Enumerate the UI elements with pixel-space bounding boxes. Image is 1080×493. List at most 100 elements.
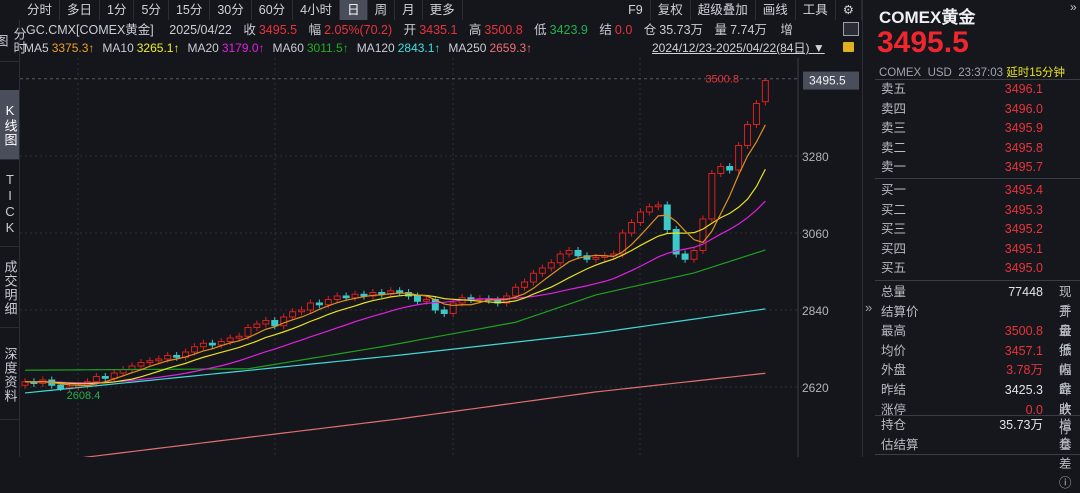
side-tab[interactable]: 深度资料	[0, 330, 19, 420]
row-value: 3425.3	[1004, 383, 1043, 397]
row-value: 3500.8	[1004, 324, 1043, 339]
row-label: 均价	[881, 343, 907, 358]
row-value: 3495.1	[1004, 241, 1043, 256]
quote-row: 持仓 35.73万 增仓	[879, 416, 1080, 451]
row-value: 3.78万	[1006, 363, 1043, 378]
candle-body	[592, 257, 600, 260]
instrument-name: COMEX黄金	[879, 8, 976, 27]
candle-body	[110, 372, 118, 379]
ma-value: 3265.1↑	[136, 41, 180, 55]
gear-icon[interactable]: ⚙	[836, 0, 862, 20]
row-label: 最高	[881, 324, 907, 339]
candle-body	[512, 286, 520, 297]
period-tab[interactable]: 30分	[210, 0, 252, 20]
quote-row: 总量 77448 现手	[879, 283, 1080, 318]
candle-body	[556, 253, 564, 264]
candle-body	[235, 335, 243, 339]
triangle-down-icon: ▼	[812, 41, 825, 55]
low-label: 低	[534, 23, 547, 37]
row-label: 买二	[881, 202, 907, 217]
candle-body	[351, 293, 359, 299]
side-tab[interactable]: 成交明细	[0, 248, 19, 328]
candle-body	[360, 293, 368, 297]
candle-body	[708, 173, 716, 220]
period-tab[interactable]: 月	[395, 0, 423, 20]
candle-body	[690, 250, 698, 260]
period-tab[interactable]: 分时	[20, 0, 61, 20]
period-tab[interactable]: 多日	[60, 0, 101, 20]
side-tab[interactable]: 分时图	[0, 20, 27, 62]
toolbar-button[interactable]: F9	[621, 0, 651, 20]
close-label: 收	[243, 23, 256, 37]
period-tab[interactable]: 更多	[423, 0, 463, 20]
toolbar-button[interactable]: 复权	[651, 0, 691, 20]
row-value: 3495.3	[1004, 202, 1043, 217]
side-tab[interactable]: K线图	[0, 90, 19, 160]
oi-value: 35.73万	[659, 23, 704, 37]
y-tick-label: 2840	[802, 304, 829, 318]
high-value: 3500.8	[484, 23, 523, 37]
candle-body	[413, 295, 421, 302]
quote-panel: COMEX黄金 3495.5 COMEX USD 23:37:03 延时15分钟…	[862, 0, 1080, 490]
settle-label: 结	[599, 23, 612, 37]
period-tab[interactable]: 4小时	[293, 0, 341, 20]
kline-chart[interactable]: 3280 3060 2840 2620 3500.8 2608.4 3495.5	[20, 58, 860, 457]
candle-body	[628, 222, 636, 234]
candle-body	[226, 337, 234, 342]
open-value: 3435.1	[419, 23, 458, 37]
ma-value: 3179.0↑	[221, 41, 265, 55]
quote-time: 23:37:03	[958, 67, 1003, 79]
period-tab[interactable]: 5分	[134, 0, 169, 20]
collapse-icon[interactable]: »	[1070, 0, 1077, 14]
close-value: 3495.5	[258, 23, 298, 37]
candle-body	[315, 302, 323, 306]
period-tab[interactable]: 周	[368, 0, 396, 20]
candle-body	[699, 218, 707, 251]
candle-body	[726, 166, 734, 171]
candle-body	[137, 362, 145, 367]
ma-value: 2659.3↑	[489, 41, 533, 55]
ma-value: 2843.1↑	[397, 41, 441, 55]
volume-label: 量	[714, 23, 728, 37]
quote-row: 昨结 3425.3 昨收	[879, 381, 1080, 416]
row-label: 卖二	[881, 140, 907, 155]
candle-body	[636, 211, 644, 223]
candle-body	[565, 250, 573, 255]
period-tab[interactable]: 60分	[252, 0, 294, 20]
date: 2025/04/22	[169, 23, 232, 37]
row-value: 3495.2	[1004, 222, 1043, 237]
toolbar-button[interactable]: 超级叠加	[691, 0, 756, 20]
delay-badge: 延时15分钟	[1006, 67, 1065, 79]
ma-label: MA20	[187, 41, 219, 55]
candle-body	[654, 204, 662, 208]
row-value: 3495.8	[1004, 140, 1043, 155]
oi-label: 仓	[643, 23, 657, 37]
row-label: 持仓	[881, 418, 907, 432]
candle-body	[208, 342, 216, 346]
candle-body	[681, 253, 689, 260]
row-label: 卖五	[881, 82, 907, 96]
quote-row: 卖三 3495.9	[879, 119, 1080, 138]
period-tab[interactable]: 15分	[169, 0, 211, 20]
lock-icon[interactable]	[843, 42, 854, 52]
candle-body	[521, 281, 529, 288]
row-label: 卖一	[881, 160, 907, 175]
candle-body	[244, 327, 252, 337]
wp-icon[interactable]	[843, 22, 859, 36]
period-tab[interactable]: 1分	[100, 0, 135, 20]
side-tab[interactable]: TICK	[0, 162, 19, 247]
candle-body	[717, 166, 725, 174]
expand-icon[interactable]: »	[865, 300, 872, 315]
last-price-tag-text: 3495.5	[809, 74, 846, 88]
period-tab[interactable]: 日	[340, 0, 368, 20]
quote-row: 买一 3495.4	[879, 181, 1080, 200]
date-range-dropdown[interactable]: 2024/12/23-2025/04/22(84日) ▼	[652, 40, 825, 56]
toolbar-button[interactable]: 工具	[796, 0, 836, 20]
candle-body	[547, 262, 555, 269]
ma250-line	[82, 372, 766, 457]
candle-body	[378, 292, 386, 295]
y-tick-label: 3280	[802, 150, 829, 164]
toolbar-button[interactable]: 画线	[756, 0, 796, 20]
quote-row: 买四 3495.1	[879, 240, 1080, 259]
quote-row: 结算价 开盘	[879, 303, 1080, 338]
